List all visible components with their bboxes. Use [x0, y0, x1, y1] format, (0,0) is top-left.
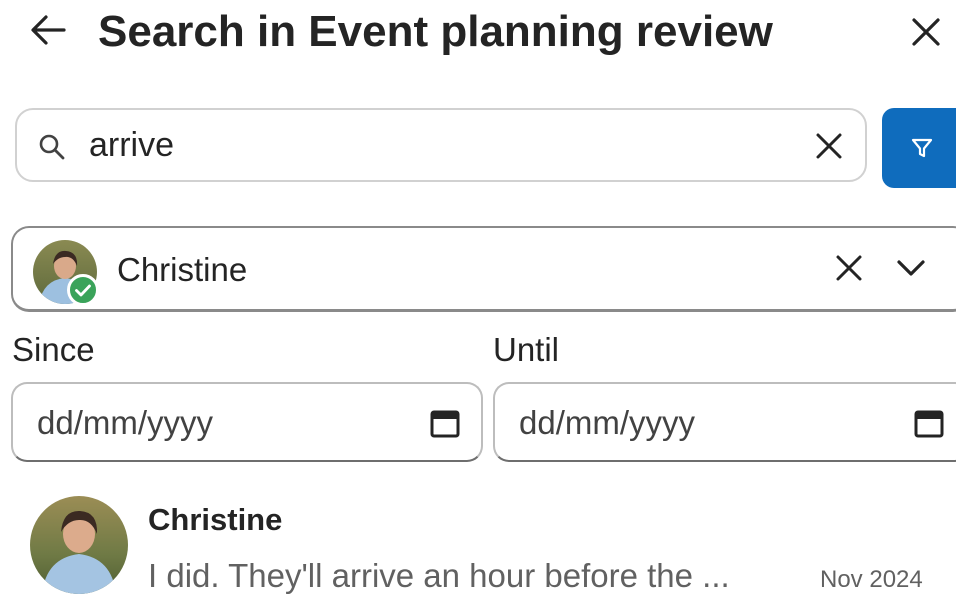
page-title: Search in Event planning review [98, 7, 773, 56]
until-calendar-button[interactable] [911, 406, 947, 442]
filter-button[interactable] [882, 108, 956, 188]
calendar-icon [914, 410, 944, 438]
search-icon [37, 132, 67, 162]
presence-available-icon [67, 274, 99, 306]
search-result-item[interactable]: Christine I did. They'll arrive an hour … [0, 488, 956, 594]
arrow-left-icon [31, 15, 66, 45]
back-button[interactable] [26, 8, 70, 52]
result-sender-name: Christine [148, 502, 283, 537]
result-snippet: I did. They'll arrive an hour before the… [148, 557, 730, 594]
close-icon [912, 18, 940, 46]
calendar-icon [430, 410, 460, 438]
selected-person-name: Christine [117, 251, 248, 288]
filter-icon [911, 138, 933, 158]
person-dropdown-button[interactable] [889, 248, 933, 288]
until-date-placeholder: dd/mm/yyyy [519, 404, 696, 441]
since-date-placeholder: dd/mm/yyyy [37, 404, 214, 441]
chevron-down-icon [897, 260, 925, 276]
since-calendar-button[interactable] [427, 406, 463, 442]
person-filter-select[interactable]: Christine [11, 226, 956, 312]
close-icon [836, 255, 862, 281]
clear-search-button[interactable] [809, 126, 849, 166]
result-date: Nov 2024 [820, 566, 923, 593]
avatar [30, 496, 128, 594]
close-button[interactable] [902, 8, 950, 56]
until-date-field[interactable]: dd/mm/yyyy [493, 382, 956, 462]
search-box [15, 108, 867, 182]
close-icon [816, 133, 842, 159]
until-label: Until [493, 331, 560, 368]
since-label: Since [12, 331, 95, 368]
clear-person-button[interactable] [829, 248, 869, 288]
search-input[interactable] [89, 122, 789, 168]
since-date-field[interactable]: dd/mm/yyyy [11, 382, 483, 462]
